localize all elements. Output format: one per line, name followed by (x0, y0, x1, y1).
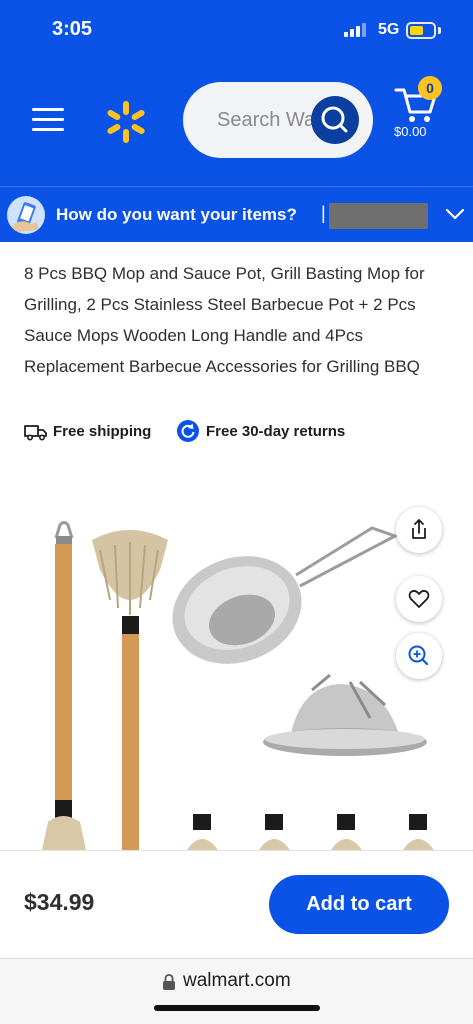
truck-icon (24, 425, 47, 441)
delivery-phone-icon (7, 196, 45, 234)
zoom-in-icon (408, 645, 429, 666)
search-button[interactable] (311, 96, 359, 144)
url-text[interactable]: walmart.com (183, 970, 291, 992)
delivery-separator: | (321, 203, 326, 223)
product-image[interactable] (0, 490, 473, 850)
zoom-button[interactable] (396, 633, 442, 679)
return-arrow-icon (177, 420, 199, 442)
cart-total: $0.00 (394, 124, 427, 139)
status-time: 3:05 (52, 18, 93, 40)
chevron-down-icon (445, 208, 465, 220)
delivery-selector[interactable]: How do you want your items? | (0, 186, 473, 242)
home-indicator[interactable] (154, 1005, 320, 1011)
product-price: $34.99 (24, 889, 95, 915)
signal-icon (344, 23, 372, 37)
free-returns-label: Free 30-day returns (206, 423, 346, 440)
add-to-cart-button[interactable]: Add to cart (269, 875, 449, 934)
battery-cap (438, 27, 441, 34)
app-header: 3:05 5G Search Walmart 0 $0.00 How do yo… (0, 0, 473, 242)
favorite-button[interactable] (396, 576, 442, 622)
free-shipping-label: Free shipping (53, 423, 152, 440)
battery-icon (406, 22, 436, 39)
search-icon (321, 106, 348, 133)
redacted-address (329, 203, 428, 229)
share-button[interactable] (396, 507, 442, 553)
search-bar[interactable] (183, 82, 373, 158)
product-title: 8 Pcs BBQ Mop and Sauce Pot, Grill Basti… (24, 264, 425, 376)
network-type: 5G (378, 21, 400, 38)
lock-icon (163, 974, 175, 990)
browser-url-bar[interactable]: walmart.com (0, 958, 473, 1024)
purchase-bar: $34.99 Add to cart (0, 850, 473, 960)
heart-icon (408, 589, 430, 608)
delivery-prompt: How do you want your items? (56, 205, 297, 224)
share-icon (412, 519, 426, 539)
hamburger-menu-icon (32, 108, 64, 111)
walmart-spark-icon[interactable] (102, 98, 150, 146)
cart-count-badge: 0 (418, 76, 442, 100)
menu-button[interactable] (32, 104, 68, 134)
